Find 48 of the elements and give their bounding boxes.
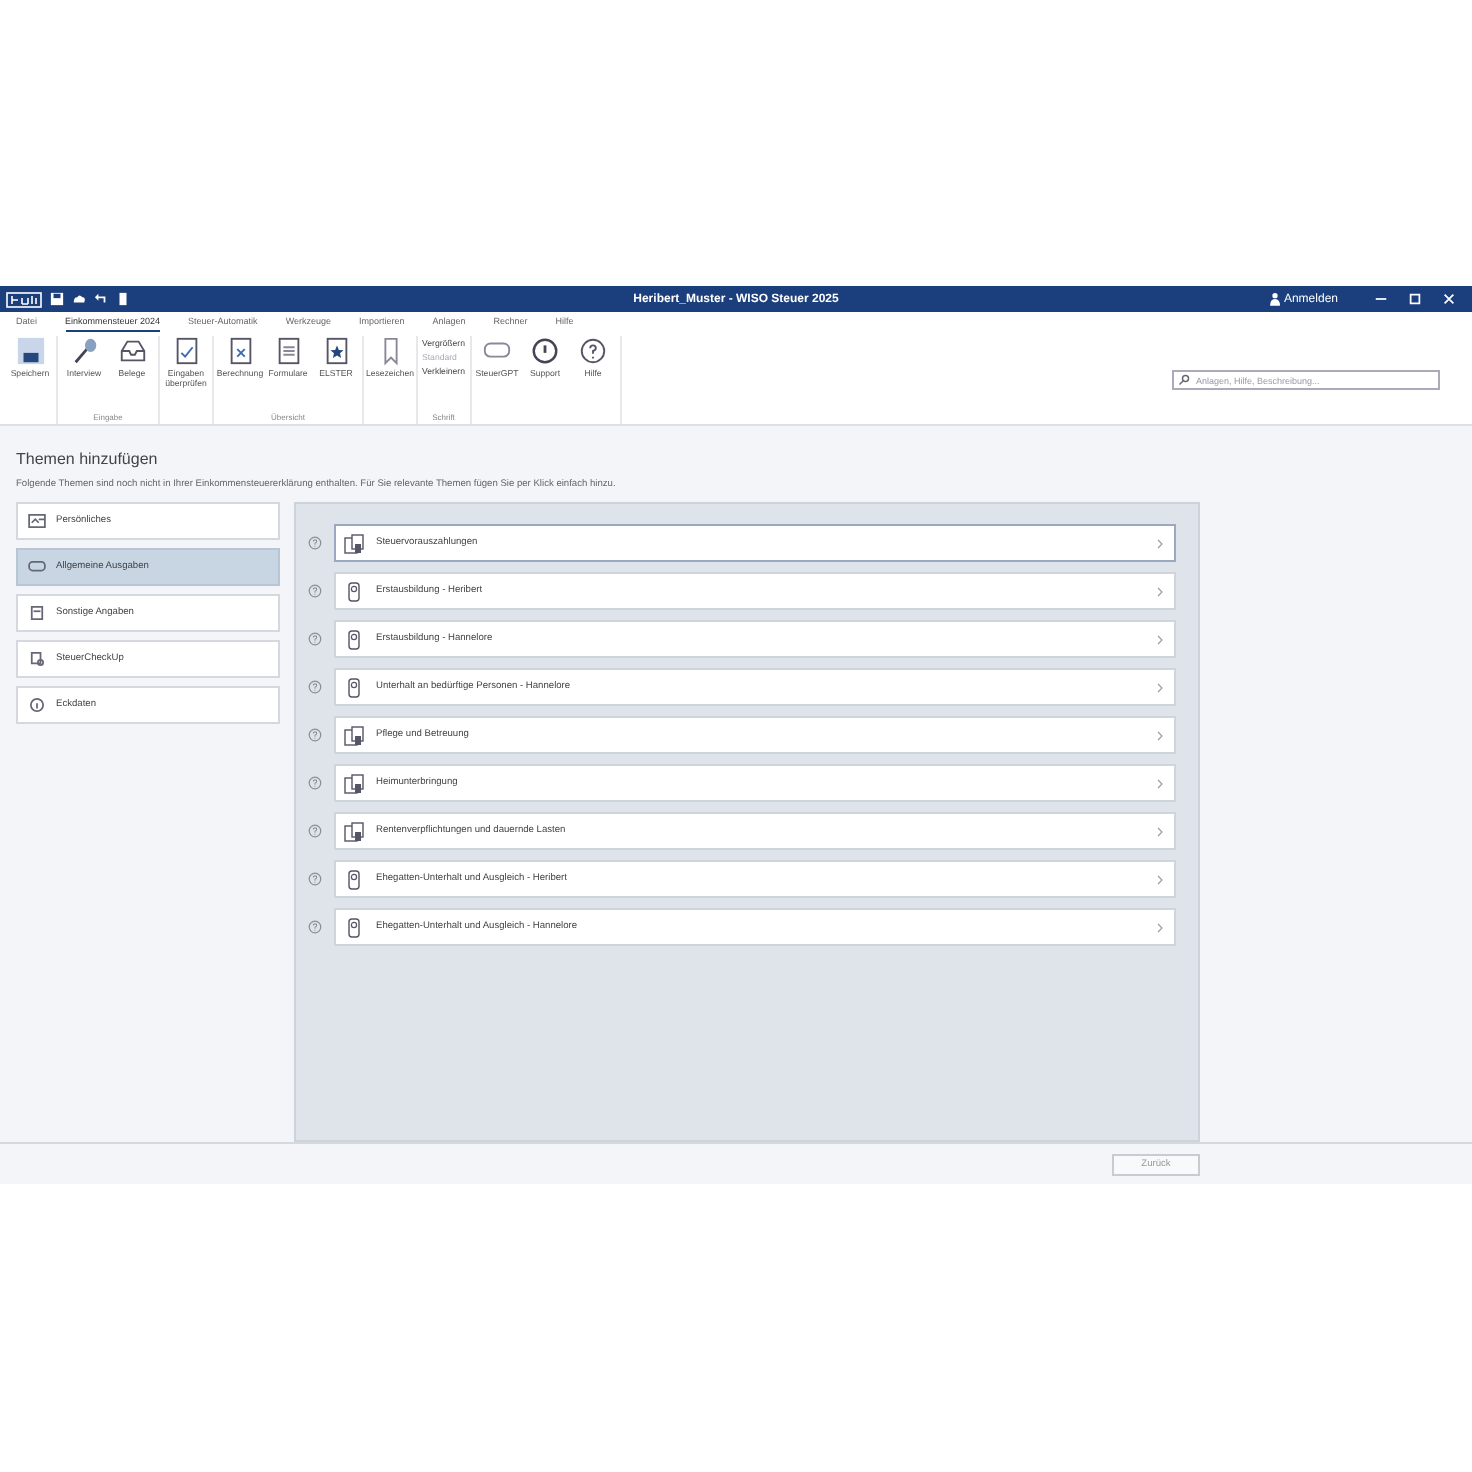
- chevron-icon: [1156, 825, 1164, 837]
- maximize-icon[interactable]: [1408, 292, 1422, 306]
- chevron-icon: [1156, 537, 1164, 549]
- help-icon[interactable]: [308, 824, 322, 838]
- chevron-icon: [1156, 777, 1164, 789]
- person-icon: [344, 917, 364, 937]
- help-icon: [578, 336, 608, 366]
- person-icon: [344, 581, 364, 601]
- help-icon[interactable]: [308, 680, 322, 694]
- info-icon: [28, 698, 46, 712]
- help-icon[interactable]: [308, 776, 322, 790]
- help-icon[interactable]: [308, 920, 322, 934]
- logo-icon: [6, 291, 42, 307]
- documents-icon: [344, 533, 364, 553]
- save-icon: [15, 336, 45, 366]
- chevron-icon: [1156, 921, 1164, 933]
- save-icon[interactable]: [50, 292, 64, 306]
- chevron-icon: [1156, 633, 1164, 645]
- help-icon[interactable]: [308, 872, 322, 886]
- documents-icon: [344, 773, 364, 793]
- help-icon[interactable]: [308, 728, 322, 742]
- note-icon: [28, 606, 46, 620]
- person-icon: [344, 677, 364, 697]
- chevron-icon: [1156, 681, 1164, 693]
- documents-icon: [344, 725, 364, 745]
- undo-icon[interactable]: [94, 292, 108, 306]
- cloud-icon[interactable]: [72, 292, 86, 306]
- person-icon: [1269, 292, 1280, 306]
- speech-bubble-icon: [28, 560, 46, 574]
- checklist-icon: [28, 652, 46, 666]
- document-icon[interactable]: [116, 292, 130, 306]
- exclamation-circle-icon: [530, 336, 560, 366]
- minimize-icon[interactable]: [1374, 292, 1388, 306]
- search-icon: [1178, 374, 1190, 386]
- page-title: Themen hinzufügen: [16, 450, 160, 468]
- person-icon: [344, 869, 364, 889]
- help-icon[interactable]: [308, 584, 322, 598]
- tray-icon: [117, 336, 147, 366]
- microphone-icon: [69, 336, 99, 366]
- help-icon[interactable]: [308, 632, 322, 646]
- chevron-icon: [1156, 873, 1164, 885]
- chevron-icon: [1156, 585, 1164, 597]
- chevron-icon: [1156, 729, 1164, 741]
- documents-icon: [344, 821, 364, 841]
- close-icon[interactable]: [1442, 292, 1456, 306]
- help-icon[interactable]: [308, 536, 322, 550]
- person-icon: [344, 629, 364, 649]
- id-card-icon: [28, 514, 46, 528]
